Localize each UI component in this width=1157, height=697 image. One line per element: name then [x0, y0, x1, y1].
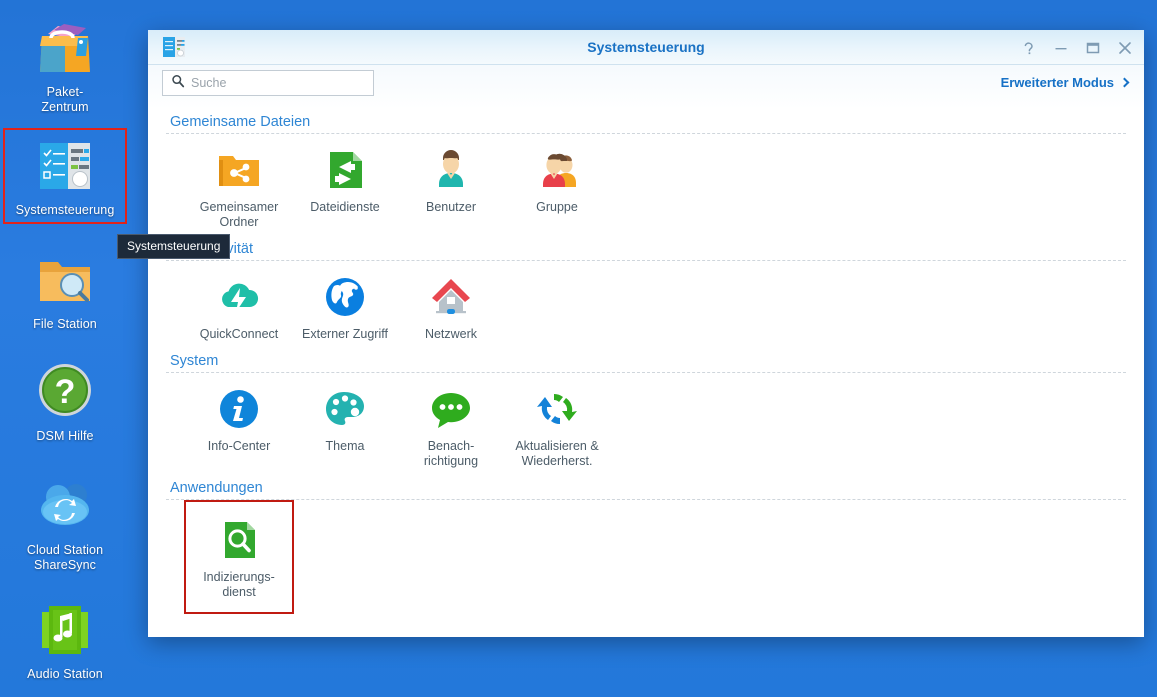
window-title: Systemsteuerung: [587, 39, 705, 55]
tile-theme[interactable]: Thema: [292, 375, 398, 475]
desktop-icon-audio-station[interactable]: Audio Station: [5, 598, 125, 682]
section-tile-grid: Gemeinsamer Ordner Dateidienste Benutzer…: [166, 136, 1126, 236]
control-panel-window: Systemsteuerung Suche Erweiterter Modus …: [148, 30, 1144, 637]
section-title: Konnektivität: [166, 236, 1126, 260]
control-panel-icon: [28, 134, 102, 198]
tile-label: Dateidienste: [310, 200, 380, 214]
svg-text:?: ?: [55, 373, 76, 411]
group-icon: [533, 146, 581, 194]
audio-station-icon: [28, 598, 102, 662]
tile-label: Thema: [325, 439, 365, 453]
tile-label: Aktualisieren & Wiederherst.: [515, 439, 599, 468]
section-system: System Info-Center Thema Benach- richtig…: [166, 348, 1126, 475]
tile-quickconnect[interactable]: QuickConnect: [186, 263, 292, 348]
package-center-icon: [28, 16, 102, 80]
desktop-icon-label: Paket- Zentrum: [41, 85, 89, 114]
info-icon: [215, 385, 263, 433]
globe-icon: [321, 273, 369, 321]
desktop-icon-cloud-station-sharesync[interactable]: Cloud Station ShareSync: [5, 474, 125, 573]
window-titlebar[interactable]: Systemsteuerung: [148, 30, 1144, 65]
indexing-magnifier-icon: [215, 516, 263, 564]
tile-label: Indizierungs- dienst: [203, 570, 275, 599]
tile-label: Netzwerk: [424, 327, 478, 341]
refresh-arrows-icon: [533, 385, 581, 433]
tile-group[interactable]: Gruppe: [504, 136, 610, 236]
tile-label: QuickConnect: [199, 327, 279, 341]
window-controls: [1020, 30, 1134, 65]
desktop-tooltip: Systemsteuerung: [117, 234, 231, 259]
section-divider: [166, 133, 1126, 134]
quickconnect-cloud-icon: [215, 273, 263, 321]
section-tile-grid: QuickConnect Externer Zugriff Netzwerk: [166, 263, 1126, 348]
tile-indexing-service[interactable]: Indizierungs- dienst: [184, 500, 294, 614]
window-toolbar: Erweiterter Modus: [148, 65, 1144, 109]
user-icon: [427, 146, 475, 194]
section-gemeinsame-dateien: Gemeinsame Dateien Gemeinsamer Ordner Da…: [166, 109, 1126, 236]
chevron-right-icon: [1119, 77, 1130, 87]
advanced-mode-label: Erweiterter Modus: [1000, 75, 1114, 90]
desktop-icon-column: Paket- Zentrum Systemsteuerung File Stat…: [0, 0, 130, 697]
file-services-icon: [321, 146, 369, 194]
tile-update-restore[interactable]: Aktualisieren & Wiederherst.: [504, 375, 610, 475]
tile-label: Externer Zugriff: [302, 327, 388, 341]
file-station-icon: [28, 248, 102, 312]
section-tile-grid: Info-Center Thema Benach- richtigung Akt…: [166, 375, 1126, 475]
network-house-icon: [427, 273, 475, 321]
tile-info-center[interactable]: Info-Center: [186, 375, 292, 475]
speech-bubble-icon: [427, 385, 475, 433]
minimize-button[interactable]: [1052, 39, 1070, 57]
desktop-icon-label: Systemsteuerung: [15, 203, 115, 217]
tile-notification[interactable]: Benach- richtigung: [398, 375, 504, 475]
desktop-icon-label: Cloud Station ShareSync: [26, 543, 104, 572]
tile-label: Info-Center: [207, 439, 271, 453]
section-anwendungen: Anwendungen Indizierungs- dienst: [166, 475, 1126, 614]
desktop-icon-file-station[interactable]: File Station: [5, 248, 125, 332]
tile-file-services[interactable]: Dateidienste: [292, 136, 398, 236]
tile-label: Benutzer: [425, 200, 477, 214]
desktop-icon-label: File Station: [33, 317, 97, 331]
search-icon: [171, 74, 185, 93]
tile-shared-folder[interactable]: Gemeinsamer Ordner: [186, 136, 292, 236]
desktop-icon-label: Audio Station: [27, 667, 103, 681]
search-box[interactable]: [162, 70, 374, 96]
section-title: System: [170, 353, 219, 369]
section-tile-grid: Indizierungs- dienst: [166, 500, 1126, 614]
desktop-icon-package-center[interactable]: Paket- Zentrum: [5, 16, 125, 115]
section-title: Gemeinsame Dateien: [170, 114, 311, 130]
advanced-mode-link[interactable]: Erweiterter Modus: [1000, 75, 1130, 90]
tile-user[interactable]: Benutzer: [398, 136, 504, 236]
search-input[interactable]: [191, 76, 356, 90]
section-title: Anwendungen: [170, 480, 263, 496]
desktop-icon-dsm-help[interactable]: ? DSM Hilfe: [5, 360, 125, 444]
close-button[interactable]: [1116, 39, 1134, 57]
desktop-icon-label: DSM Hilfe: [36, 429, 94, 443]
tile-label: Gruppe: [536, 200, 578, 214]
tile-external-access[interactable]: Externer Zugriff: [292, 263, 398, 348]
section-divider: [166, 372, 1126, 373]
section-divider: [166, 260, 1126, 261]
shared-folder-icon: [215, 146, 263, 194]
help-button[interactable]: [1020, 39, 1038, 57]
cloud-sync-icon: [28, 474, 102, 538]
control-panel-content: Gemeinsame Dateien Gemeinsamer Ordner Da…: [148, 109, 1144, 637]
tile-label: Gemeinsamer Ordner: [199, 200, 279, 229]
palette-icon: [321, 385, 369, 433]
tile-network[interactable]: Netzwerk: [398, 263, 504, 348]
tile-label: Benach- richtigung: [423, 439, 479, 468]
maximize-button[interactable]: [1084, 39, 1102, 57]
section-konnektivitaet: Konnektivität QuickConnect: [166, 236, 1126, 348]
dsm-help-icon: ?: [28, 360, 102, 424]
desktop-icon-control-panel[interactable]: Systemsteuerung: [3, 128, 127, 224]
section-divider: [166, 499, 1126, 500]
